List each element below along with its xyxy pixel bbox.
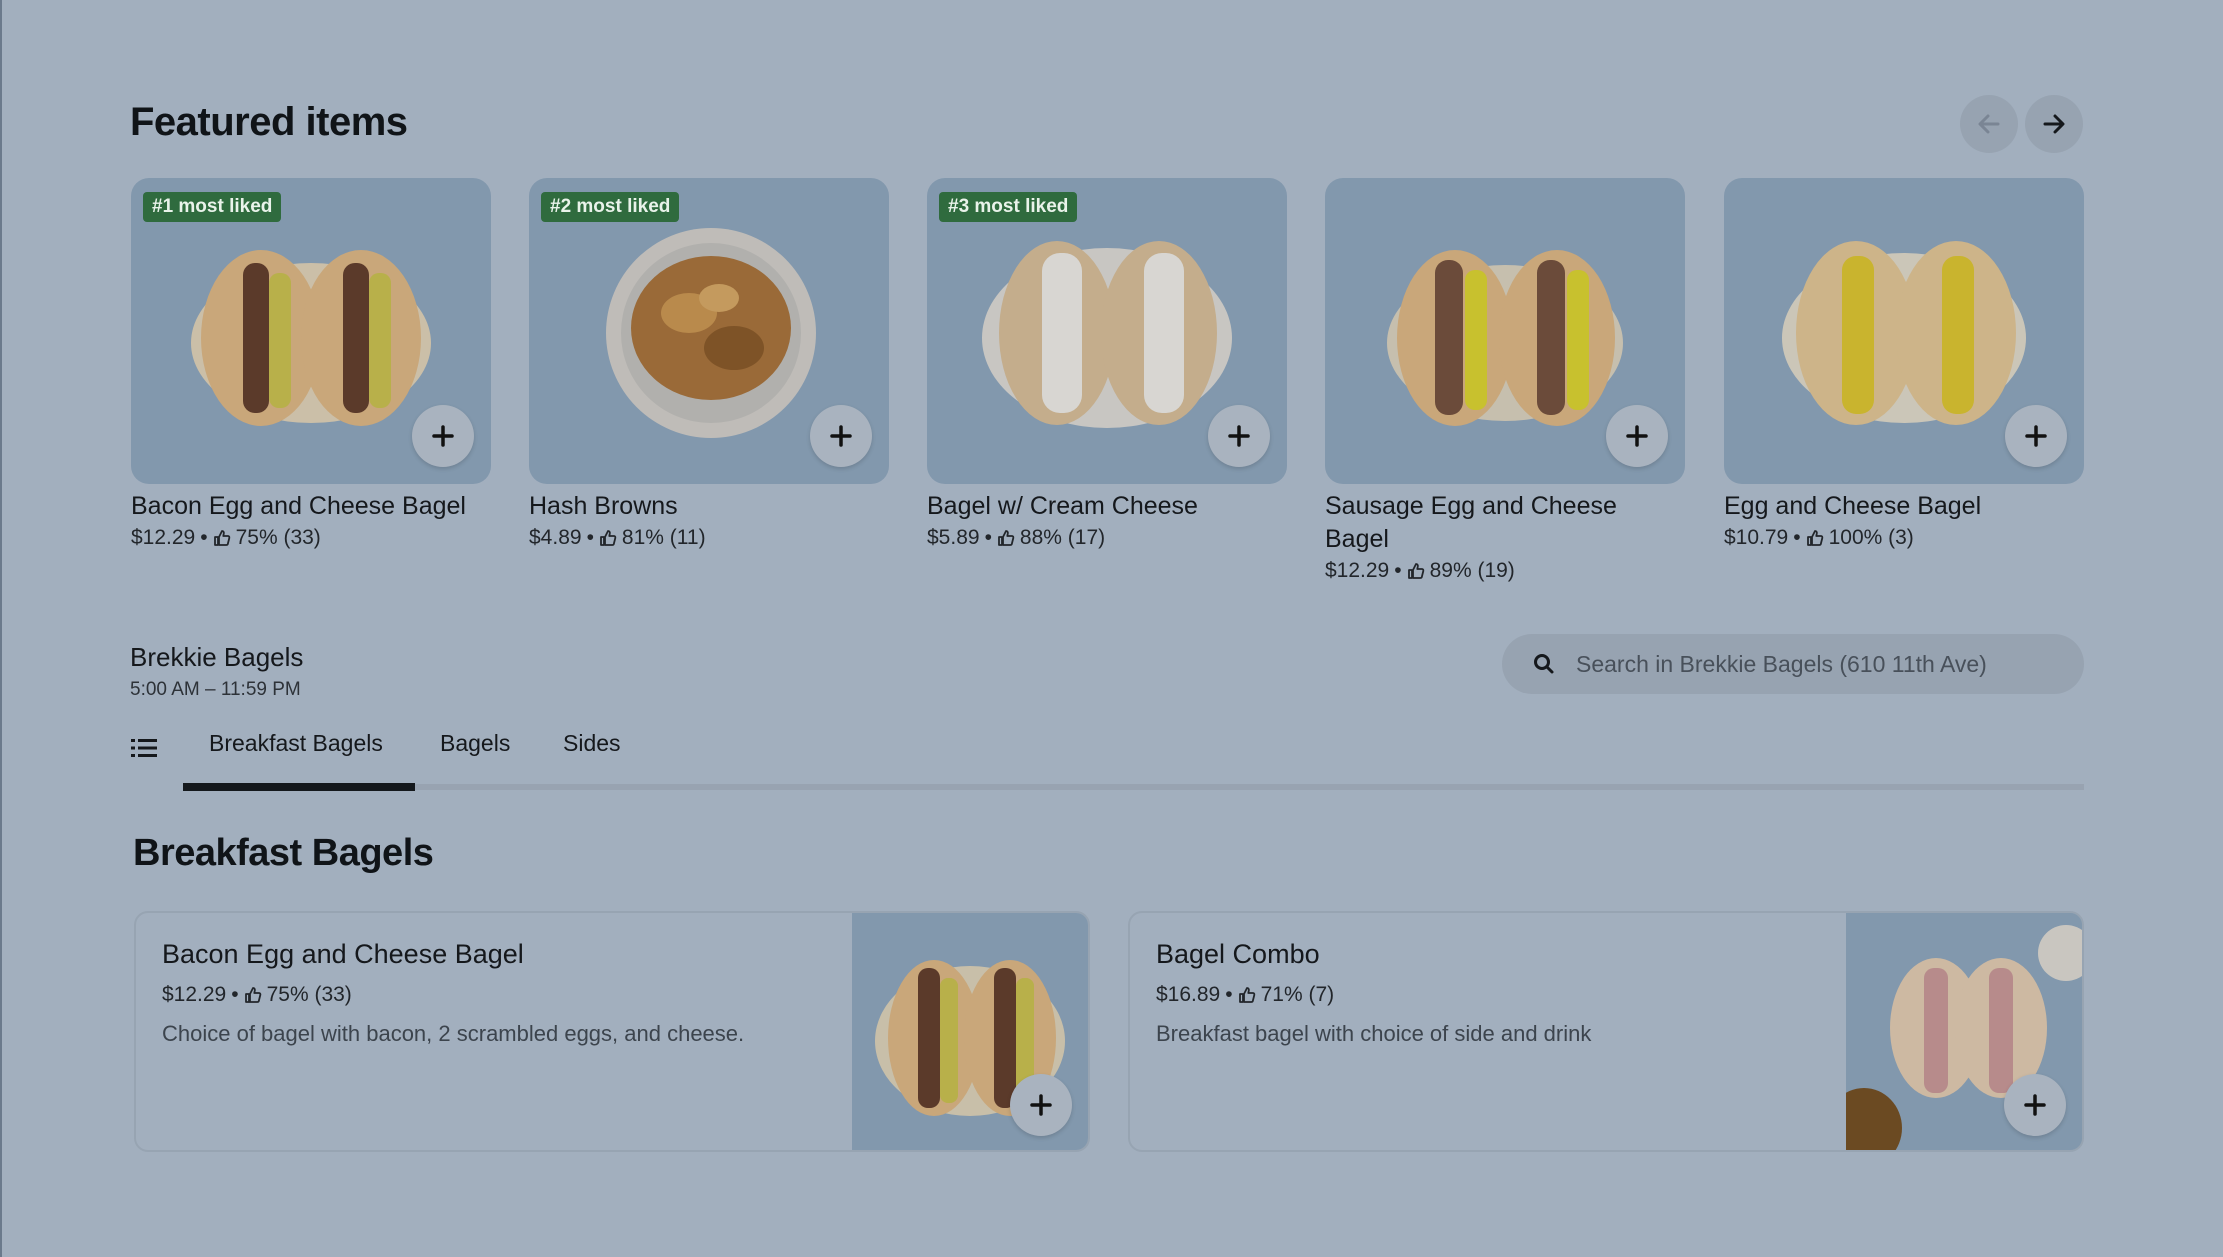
item-rating: 89% (19) <box>1429 559 1515 582</box>
plus-icon <box>830 425 852 447</box>
thumbs-up-icon <box>244 987 261 1003</box>
plus-icon <box>1030 1094 1052 1116</box>
featured-item-image <box>1724 178 2084 484</box>
carousel-next-button[interactable] <box>2025 95 2083 153</box>
featured-item-name: Egg and Cheese Bagel <box>1724 492 1982 520</box>
featured-item-meta: $10.79 • 100% (3) <box>1724 526 2084 550</box>
item-price: $12.29 <box>1325 559 1390 582</box>
meta-separator: • <box>1225 983 1233 1006</box>
tab-bagels[interactable]: Bagels <box>440 730 510 757</box>
item-price: $5.89 <box>927 526 980 549</box>
featured-item-card[interactable]: #3 most liked Bagel w/ Cream Cheese $5.8… <box>927 178 1287 550</box>
carousel-prev-button[interactable] <box>1960 95 2018 153</box>
item-price: $12.29 <box>162 983 227 1006</box>
featured-item-image: #1 most liked <box>131 178 491 484</box>
thumbs-up-icon <box>1407 563 1424 579</box>
meta-separator: • <box>984 526 992 549</box>
menu-item-meta: $12.29 • 75% (33) <box>162 983 802 1007</box>
item-price: $4.89 <box>529 526 582 549</box>
menu-item-description: Choice of bagel with bacon, 2 scrambled … <box>162 1021 745 1046</box>
tab-divider <box>183 784 2084 790</box>
item-price: $12.29 <box>131 526 196 549</box>
search-icon <box>1534 654 1554 674</box>
menu-item-meta: $16.89 • 71% (7) <box>1156 983 1796 1007</box>
featured-item-card[interactable]: Sausage Egg and Cheese Bagel $12.29 • 89… <box>1325 178 1685 583</box>
store-name: Brekkie Bagels <box>130 642 304 672</box>
menu-item-image <box>852 913 1088 1150</box>
featured-item-card[interactable]: #1 most liked Bacon Egg and Cheese Bagel… <box>131 178 491 550</box>
featured-item-meta: $12.29 • 75% (33) <box>131 526 491 550</box>
most-liked-badge: #1 most liked <box>143 192 282 222</box>
featured-item-name: Bacon Egg and Cheese Bagel <box>131 492 466 520</box>
menu-item-image <box>1826 913 2082 1150</box>
featured-title: Featured items <box>130 100 408 144</box>
meta-separator: • <box>586 526 594 549</box>
menu-item-card[interactable]: Bagel Combo $16.89 • 71% (7) Breakfast b… <box>1128 911 2084 1152</box>
most-liked-badge: #2 most liked <box>541 192 680 222</box>
item-rating: 100% (3) <box>1828 526 1914 549</box>
thumbs-up-icon <box>1238 987 1255 1003</box>
tab-sides[interactable]: Sides <box>563 730 621 757</box>
meta-separator: • <box>231 983 239 1006</box>
featured-item-card[interactable]: Egg and Cheese Bagel $10.79 • 100% (3) <box>1724 178 2084 550</box>
thumbs-up-icon <box>600 530 617 546</box>
menu-item-name: Bagel Combo <box>1156 939 1320 969</box>
featured-item-meta: $5.89 • 88% (17) <box>927 526 1287 550</box>
add-to-cart-button[interactable] <box>1208 405 1270 467</box>
plus-icon <box>2025 425 2047 447</box>
featured-item-meta: $4.89 • 81% (11) <box>529 526 889 550</box>
plus-icon <box>432 425 454 447</box>
meta-separator: • <box>1793 526 1801 549</box>
add-to-cart-button[interactable] <box>2004 1074 2066 1136</box>
section-title: Breakfast Bagels <box>133 832 434 874</box>
item-rating: 75% (33) <box>266 983 352 1006</box>
item-price: $16.89 <box>1156 983 1221 1006</box>
meta-separator: • <box>1394 559 1402 582</box>
arrow-right-icon <box>2043 114 2065 134</box>
category-list-icon[interactable] <box>130 736 158 760</box>
featured-item-card[interactable]: #2 most liked Hash Browns $4.89 • 81% (1… <box>529 178 889 550</box>
featured-item-image: #3 most liked <box>927 178 1287 484</box>
thumbs-up-icon <box>213 530 230 546</box>
store-search-bar[interactable] <box>1502 634 2084 694</box>
featured-item-meta: $12.29 • 89% (19) <box>1325 559 1685 583</box>
item-rating: 71% (7) <box>1260 983 1335 1006</box>
item-rating: 75% (33) <box>235 526 321 549</box>
active-tab-indicator <box>183 783 415 791</box>
search-input[interactable] <box>1574 649 2058 679</box>
featured-item-name: Sausage Egg and Cheese Bagel <box>1325 492 1617 553</box>
thumbs-up-icon <box>1806 530 1823 546</box>
menu-item-description: Breakfast bagel with choice of side and … <box>1156 1021 1592 1046</box>
add-to-cart-button[interactable] <box>1606 405 1668 467</box>
featured-item-name: Bagel w/ Cream Cheese <box>927 492 1198 520</box>
plus-icon <box>1228 425 1250 447</box>
add-to-cart-button[interactable] <box>1010 1074 1072 1136</box>
plus-icon <box>2024 1094 2046 1116</box>
item-rating: 88% (17) <box>1019 526 1106 549</box>
plus-icon <box>1626 425 1648 447</box>
featured-item-name: Hash Browns <box>529 492 678 520</box>
tab-breakfast-bagels[interactable]: Breakfast Bagels <box>209 730 383 757</box>
item-rating: 81% (11) <box>621 526 706 549</box>
thumbs-up-icon <box>998 530 1015 546</box>
add-to-cart-button[interactable] <box>412 405 474 467</box>
featured-item-image: #2 most liked <box>529 178 889 484</box>
store-hours: 5:00 AM – 11:59 PM <box>130 679 301 700</box>
meta-separator: • <box>200 526 208 549</box>
item-price: $10.79 <box>1724 526 1789 549</box>
most-liked-badge: #3 most liked <box>939 192 1078 222</box>
menu-item-name: Bacon Egg and Cheese Bagel <box>162 939 524 969</box>
arrow-left-icon <box>1978 114 2000 134</box>
menu-item-card[interactable]: Bacon Egg and Cheese Bagel $12.29 • 75% … <box>134 911 1090 1152</box>
add-to-cart-button[interactable] <box>2005 405 2067 467</box>
featured-item-image <box>1325 178 1685 484</box>
add-to-cart-button[interactable] <box>810 405 872 467</box>
page-edge <box>0 0 2 1257</box>
